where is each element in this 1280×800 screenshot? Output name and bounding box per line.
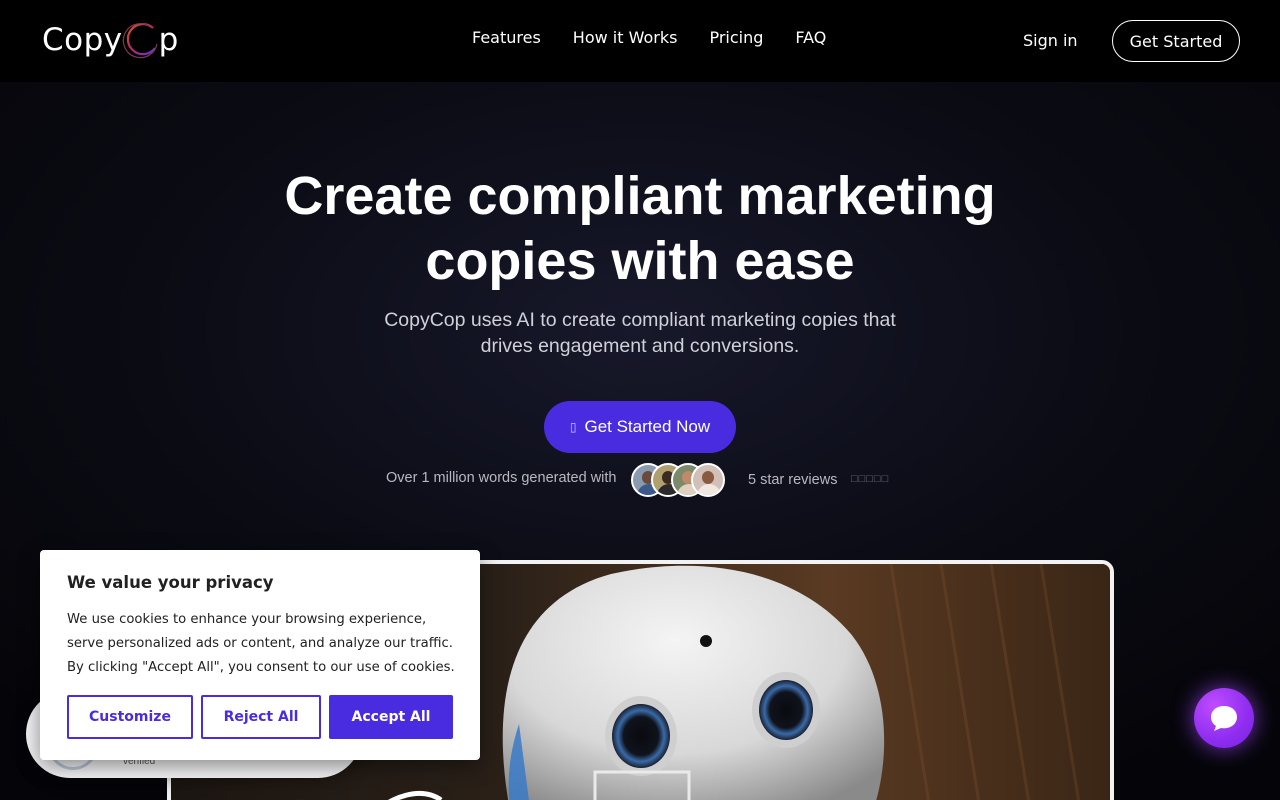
hero-subtitle-line-1: CopyCop uses AI to create compliant mark…: [384, 309, 896, 331]
cookie-body: We use cookies to enhance your browsing …: [67, 612, 455, 675]
hero-title-line-2: copies with ease: [425, 231, 855, 291]
logo-text-right: p: [158, 22, 179, 58]
social-proof-text: Over 1 million words generated with: [386, 470, 617, 486]
site-header: Copy p Features How it Works Pricing FAQ…: [0, 0, 1280, 82]
avatar: [691, 463, 725, 497]
logo-text-left: Copy: [42, 22, 123, 58]
hero-subtitle-line-2: drives engagement and conversions.: [480, 335, 800, 357]
cookie-consent-banner: We value your privacy We use cookies to …: [40, 550, 480, 760]
get-started-now-button[interactable]: ▯ Get Started Now: [544, 401, 736, 453]
rocket-icon: ▯: [569, 420, 577, 434]
customize-button[interactable]: Customize: [67, 695, 193, 739]
star-rating: □□□□□: [851, 473, 890, 485]
nav-pricing[interactable]: Pricing: [709, 28, 763, 47]
sign-in-link[interactable]: Sign in: [1023, 31, 1078, 50]
get-started-button[interactable]: Get Started: [1112, 20, 1240, 62]
hero-title-line-1: Create compliant marketing: [284, 166, 996, 226]
copycop-logo[interactable]: Copy p: [42, 16, 179, 64]
cta-label: Get Started Now: [584, 417, 711, 436]
nav-how-it-works[interactable]: How it Works: [573, 28, 678, 47]
reviews-label: 5 star reviews: [748, 472, 838, 488]
accept-all-button[interactable]: Accept All: [329, 695, 453, 739]
chat-bubble-icon: [1211, 706, 1237, 731]
main-nav: Features How it Works Pricing FAQ: [472, 28, 858, 47]
chat-launcher-button[interactable]: [1194, 688, 1254, 748]
reject-all-button[interactable]: Reject All: [201, 695, 321, 739]
nav-features[interactable]: Features: [472, 28, 541, 47]
avatar-group: [631, 463, 731, 499]
hero-title: Create compliant marketing copies with e…: [240, 164, 1040, 294]
cookie-title: We value your privacy: [67, 573, 274, 592]
nav-faq[interactable]: FAQ: [795, 28, 826, 47]
logo-ring-icon: [122, 18, 160, 62]
hero-subtitle: CopyCop uses AI to create compliant mark…: [340, 307, 940, 359]
